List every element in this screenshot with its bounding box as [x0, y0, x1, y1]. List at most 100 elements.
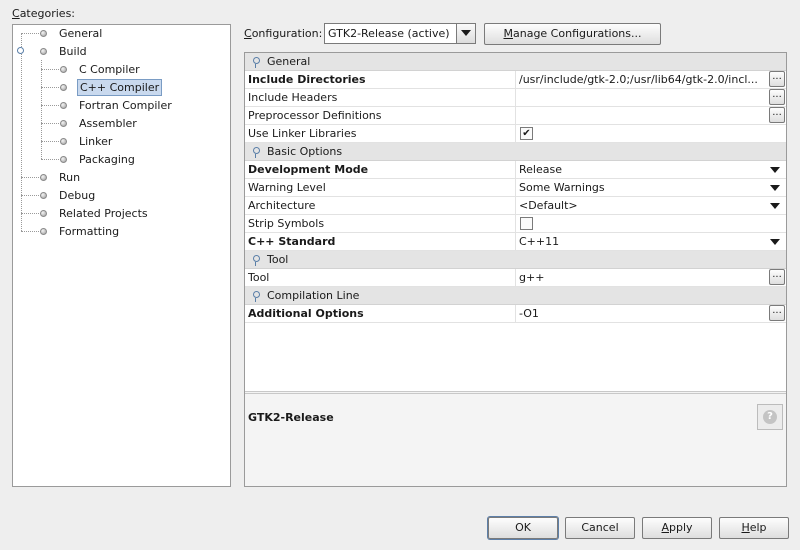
node-bullet-icon	[40, 48, 47, 55]
property-row-include-headers[interactable]: Include Headers ...	[245, 89, 786, 107]
chevron-down-icon	[770, 239, 780, 245]
property-sheet: General Include Directories /usr/include…	[244, 52, 787, 487]
property-name: Tool	[248, 271, 270, 284]
categories-label: Categories:	[12, 7, 76, 20]
section-title: Tool	[267, 253, 289, 266]
node-bullet-icon	[40, 174, 47, 181]
node-bullet-icon	[60, 120, 67, 127]
property-name: Preprocessor Definitions	[248, 109, 382, 122]
tree-item-label: Related Projects	[59, 207, 148, 220]
property-value[interactable]: g++ ...	[515, 269, 786, 286]
section-title: Compilation Line	[267, 289, 360, 302]
architecture-value: <Default>	[519, 199, 578, 212]
development-mode-dropdown[interactable]: Release	[515, 161, 786, 178]
manage-configurations-button[interactable]: Manage Configurations...	[484, 23, 661, 45]
tree-item-label: C Compiler	[79, 63, 140, 76]
chevron-down-icon	[770, 167, 780, 173]
warning-level-value: Some Warnings	[519, 181, 605, 194]
property-name: Include Headers	[248, 91, 338, 104]
property-name: Include Directories	[248, 73, 366, 86]
help-icon[interactable]: ?	[757, 404, 783, 430]
tree-item-label: Run	[59, 171, 81, 184]
help-button[interactable]: Help	[719, 517, 789, 539]
configuration-label: Configuration:	[244, 27, 323, 40]
node-bullet-icon	[60, 138, 67, 145]
property-row-preprocessor-definitions[interactable]: Preprocessor Definitions ...	[245, 107, 786, 125]
section-title: Basic Options	[267, 145, 343, 158]
node-bullet-icon	[40, 192, 47, 199]
property-row-development-mode[interactable]: Development Mode Release	[245, 161, 786, 179]
property-value[interactable]: /usr/include/gtk-2.0;/usr/lib64/gtk-2.0/…	[515, 71, 786, 88]
node-bullet-icon	[60, 84, 67, 91]
property-value[interactable]: ...	[515, 107, 786, 124]
development-mode-value: Release	[519, 163, 562, 176]
property-value[interactable]: ...	[515, 89, 786, 106]
edit-ellipsis-button[interactable]: ...	[769, 71, 785, 87]
property-row-cpp-standard[interactable]: C++ Standard C++11	[245, 233, 786, 251]
property-row-include-directories[interactable]: Include Directories /usr/include/gtk-2.0…	[245, 71, 786, 89]
categories-tree[interactable]: General Build C Compiler C++ Compiler Fo…	[12, 24, 231, 487]
section-basic-options[interactable]: Basic Options	[245, 143, 786, 161]
property-row-tool[interactable]: Tool g++ ...	[245, 269, 786, 287]
edit-ellipsis-button[interactable]: ...	[769, 269, 785, 285]
pin-icon	[253, 291, 260, 302]
cpp-standard-dropdown[interactable]: C++11	[515, 233, 786, 250]
tree-item-label: Assembler	[79, 117, 137, 130]
property-value[interactable]: -O1 ...	[515, 305, 786, 322]
tool-value: g++	[519, 271, 545, 284]
property-name: Warning Level	[248, 181, 326, 194]
property-row-use-linker-libraries[interactable]: Use Linker Libraries ✔	[245, 125, 786, 143]
section-tool[interactable]: Tool	[245, 251, 786, 269]
section-general[interactable]: General	[245, 53, 786, 71]
tree-item-label: Formatting	[59, 225, 120, 238]
architecture-dropdown[interactable]: <Default>	[515, 197, 786, 214]
help-glyph: ?	[763, 410, 777, 424]
node-bullet-icon	[60, 156, 67, 163]
property-name: Additional Options	[248, 307, 364, 320]
additional-options-value: -O1	[519, 307, 539, 320]
tree-item-label: Build	[59, 45, 87, 58]
node-bullet-icon	[40, 210, 47, 217]
property-row-strip-symbols[interactable]: Strip Symbols	[245, 215, 786, 233]
configuration-dropdown-button[interactable]	[456, 24, 475, 43]
property-name: C++ Standard	[248, 235, 336, 248]
pin-icon	[253, 57, 260, 68]
node-bullet-icon	[60, 66, 67, 73]
section-compilation-line[interactable]: Compilation Line	[245, 287, 786, 305]
tree-item-label: General	[59, 27, 103, 40]
use-linker-libraries-checkbox[interactable]: ✔	[520, 127, 533, 140]
strip-symbols-checkbox[interactable]	[520, 217, 533, 230]
property-value: ✔	[515, 125, 786, 142]
cpp-standard-value: C++11	[519, 235, 560, 248]
section-title: General	[267, 55, 311, 68]
pin-icon	[253, 147, 260, 158]
property-value	[515, 215, 786, 232]
property-name: Strip Symbols	[248, 217, 325, 230]
tree-item-label: Linker	[79, 135, 113, 148]
tree-item-label: Fortran Compiler	[79, 99, 172, 112]
ok-button[interactable]: OK	[488, 517, 558, 539]
description-title: GTK2-Release	[248, 411, 334, 424]
property-row-warning-level[interactable]: Warning Level Some Warnings	[245, 179, 786, 197]
property-name: Use Linker Libraries	[248, 127, 357, 140]
configuration-selected-value: GTK2-Release (active)	[328, 27, 450, 40]
property-row-additional-options[interactable]: Additional Options -O1 ...	[245, 305, 786, 323]
configuration-combobox[interactable]: GTK2-Release (active)	[324, 23, 476, 44]
edit-ellipsis-button[interactable]: ...	[769, 89, 785, 105]
tree-item-label: Debug	[59, 189, 96, 202]
edit-ellipsis-button[interactable]: ...	[769, 305, 785, 321]
include-directories-value: /usr/include/gtk-2.0;/usr/lib64/gtk-2.0/…	[519, 73, 758, 86]
apply-button[interactable]: Apply	[642, 517, 712, 539]
pin-icon	[253, 255, 260, 266]
node-bullet-icon	[40, 228, 47, 235]
build-collapse-handle[interactable]	[17, 47, 24, 54]
description-panel: GTK2-Release ?	[245, 394, 786, 486]
warning-level-dropdown[interactable]: Some Warnings	[515, 179, 786, 196]
edit-ellipsis-button[interactable]: ...	[769, 107, 785, 123]
property-name: Development Mode	[248, 163, 369, 176]
property-name: Architecture	[248, 199, 316, 212]
cancel-button[interactable]: Cancel	[565, 517, 635, 539]
property-row-architecture[interactable]: Architecture <Default>	[245, 197, 786, 215]
node-bullet-icon	[40, 30, 47, 37]
chevron-down-icon	[770, 203, 780, 209]
